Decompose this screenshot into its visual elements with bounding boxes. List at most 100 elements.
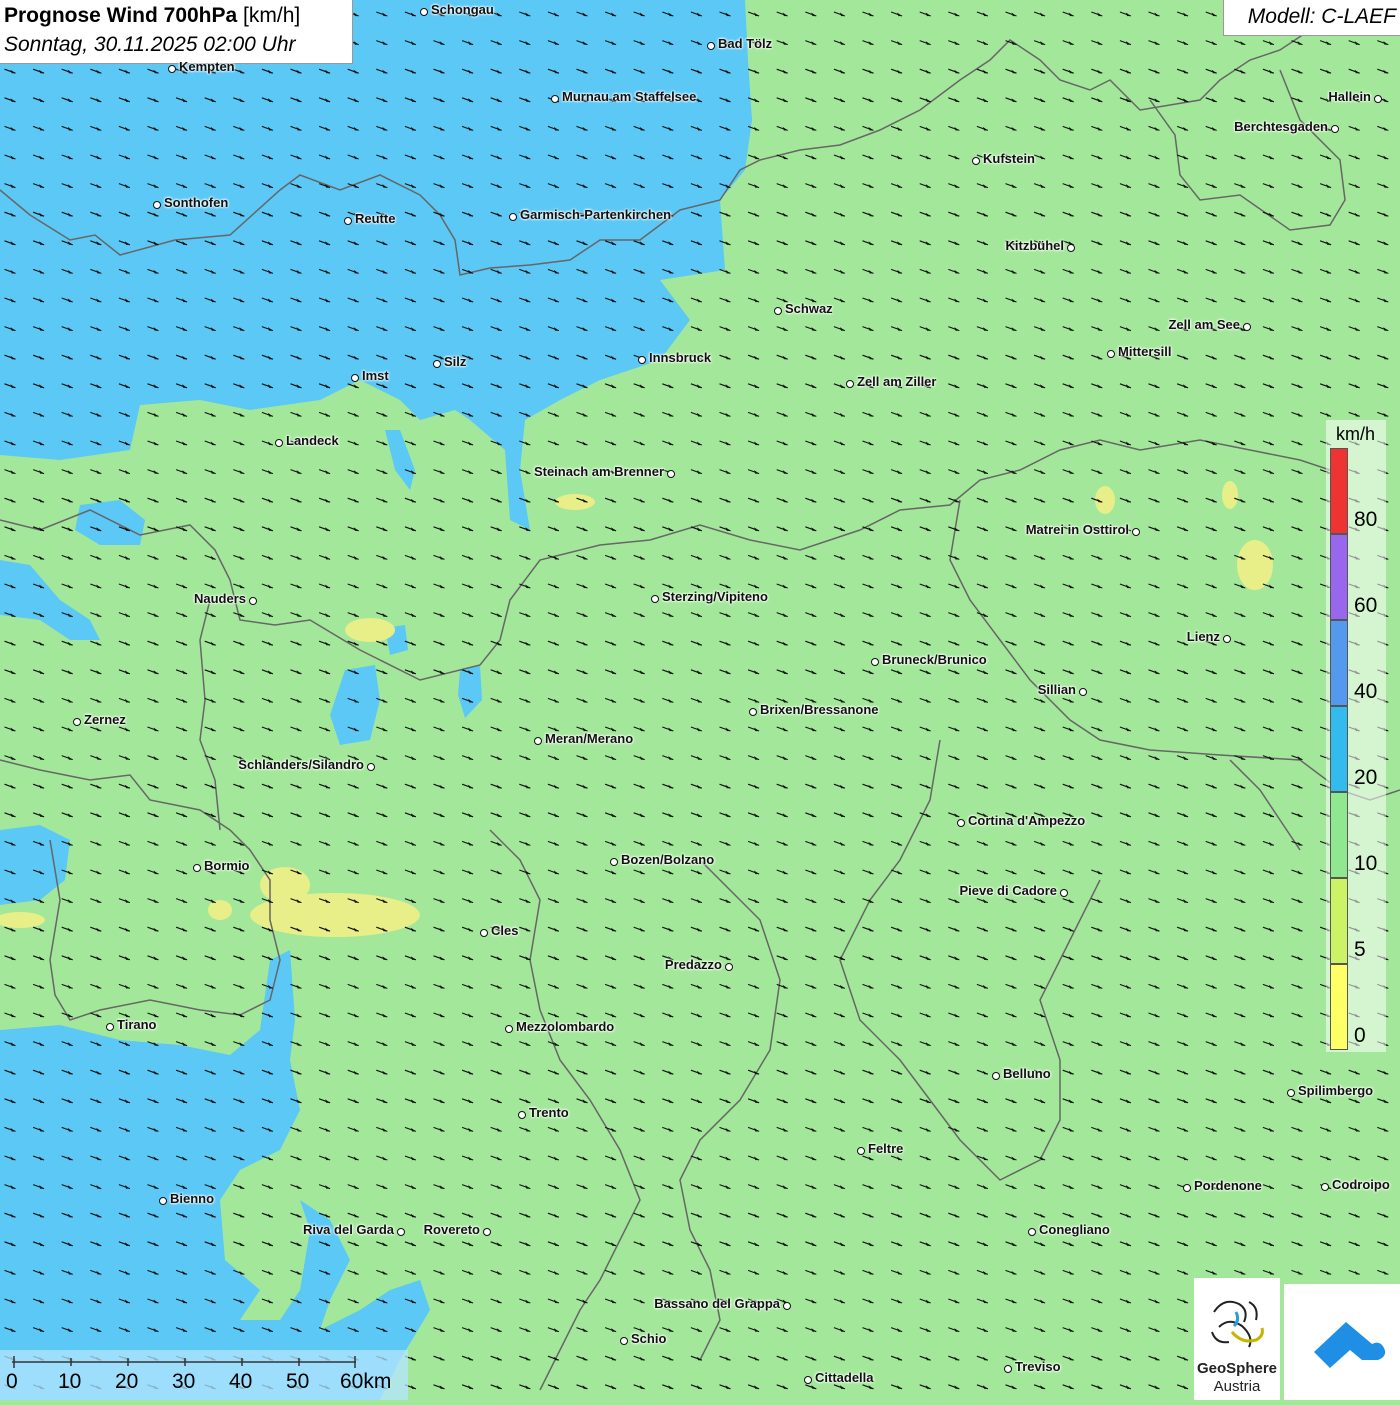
city-label: Bienno xyxy=(170,1191,215,1206)
city-marker-icon xyxy=(106,1023,114,1031)
city-label: Tirano xyxy=(117,1017,157,1032)
city-label: Zernez xyxy=(84,712,126,727)
city-marker-icon xyxy=(518,1111,526,1119)
city-label: Spilimbergo xyxy=(1298,1083,1374,1098)
city-marker-icon xyxy=(193,864,201,872)
city-marker-icon xyxy=(275,439,283,447)
city-label: Imst xyxy=(362,368,389,383)
city-marker-icon xyxy=(1183,1184,1191,1192)
city-marker-icon xyxy=(1107,350,1115,358)
legend-color-band xyxy=(1330,878,1348,964)
city-label: Pordenone xyxy=(1194,1178,1262,1193)
city-marker-icon xyxy=(1060,889,1068,897)
legend-tick-label: 20 xyxy=(1354,766,1378,789)
city-marker-icon xyxy=(509,213,517,221)
scale-label: 40 xyxy=(229,1370,253,1393)
city-label: Nauders xyxy=(193,591,246,606)
city-label: Meran/Merano xyxy=(545,731,634,746)
city-marker-icon xyxy=(774,307,782,315)
city-label: Kufstein xyxy=(983,151,1035,166)
legend-color-band xyxy=(1330,706,1348,792)
legend-color-band xyxy=(1330,964,1348,1050)
city-label: Kempten xyxy=(179,59,235,74)
legend-color-band xyxy=(1330,620,1348,706)
city-marker-icon xyxy=(620,1337,628,1345)
city-label: Garmisch-Partenkirchen xyxy=(520,207,672,222)
city-label: Innsbruck xyxy=(649,350,712,365)
city-marker-icon xyxy=(1243,323,1251,331)
geosphere-logo[interactable]: GeoSphere Austria xyxy=(1194,1278,1280,1400)
city-label: Murnau am Staffelsee xyxy=(562,89,697,104)
title-box: Prognose Wind 700hPa [km/h] Sonntag, 30.… xyxy=(0,0,353,64)
city-label: Belluno xyxy=(1003,1066,1051,1081)
city-marker-icon xyxy=(610,858,618,866)
city-marker-icon xyxy=(483,1228,491,1236)
city-label: Schio xyxy=(631,1331,667,1346)
model-label: Modell: C-LAEF xyxy=(1247,5,1396,28)
city-label: Hallein xyxy=(1328,89,1371,104)
city-marker-icon xyxy=(153,201,161,209)
city-marker-icon xyxy=(433,360,441,368)
city-label: Conegliano xyxy=(1039,1222,1110,1237)
city-label: Bozen/Bolzano xyxy=(621,852,715,867)
legend-tick-label: 10 xyxy=(1354,852,1378,875)
city-marker-icon xyxy=(397,1228,405,1236)
map-title-bold: Prognose Wind 700hPa xyxy=(4,4,238,27)
city-label: Bad Tölz xyxy=(718,36,773,51)
legend-tick-label: 0 xyxy=(1354,1024,1366,1047)
city-marker-icon xyxy=(168,65,176,73)
city-label: Treviso xyxy=(1015,1359,1061,1374)
city-marker-icon xyxy=(804,1376,812,1384)
wind-field-yellow-patch xyxy=(1237,540,1273,590)
wind-field-yellow-patch xyxy=(208,900,232,920)
city-label: Feltre xyxy=(868,1141,904,1156)
city-marker-icon xyxy=(1321,1183,1329,1191)
city-marker-icon xyxy=(1374,95,1382,103)
city-label: Cles xyxy=(491,923,519,938)
cloud-arrow-icon xyxy=(1314,1322,1386,1368)
city-label: Mittersill xyxy=(1118,344,1172,359)
city-label: Schlanders/Silandro xyxy=(238,757,364,772)
weather-app-logo[interactable] xyxy=(1284,1284,1400,1400)
color-legend: km/h 0 5 10 20 40 60 80 xyxy=(1326,420,1386,1052)
city-marker-icon xyxy=(957,819,965,827)
city-label: Silz xyxy=(444,354,467,369)
city-label: Trento xyxy=(529,1105,569,1120)
city-marker-icon xyxy=(651,595,659,603)
geosphere-logo-line1: GeoSphere xyxy=(1196,1360,1278,1377)
city-label: Cittadella xyxy=(815,1370,874,1385)
legend-unit: km/h xyxy=(1336,424,1376,444)
city-label: Matrei in Osttirol xyxy=(1025,522,1129,537)
legend-tick-label: 5 xyxy=(1354,938,1366,961)
wind-field-yellow-patch xyxy=(345,618,395,642)
scale-label: 30 xyxy=(172,1370,196,1393)
legend-color-band xyxy=(1330,534,1348,620)
city-label: Pieve di Cadore xyxy=(959,883,1057,898)
city-label: Reutte xyxy=(355,211,396,226)
forecast-datetime: Sonntag, 30.11.2025 02:00 Uhr xyxy=(4,33,296,56)
city-label: Berchtesgaden xyxy=(1234,119,1328,134)
wind-field-yellow-patch xyxy=(1222,481,1238,509)
city-marker-icon xyxy=(1287,1089,1295,1097)
scale-label: 20 xyxy=(115,1370,139,1393)
city-marker-icon xyxy=(1067,244,1075,252)
scale-label: 60km xyxy=(340,1370,392,1393)
city-marker-icon xyxy=(846,380,854,388)
city-marker-icon xyxy=(551,95,559,103)
city-marker-icon xyxy=(344,217,352,225)
geosphere-emblem-icon xyxy=(1211,1300,1264,1348)
city-marker-icon xyxy=(351,374,359,382)
city-marker-icon xyxy=(1132,528,1140,536)
legend-color-band xyxy=(1330,448,1348,534)
map-title-unit: [km/h] xyxy=(243,4,301,27)
city-marker-icon xyxy=(992,1072,1000,1080)
city-marker-icon xyxy=(857,1147,865,1155)
scale-label: 0 xyxy=(6,1370,18,1393)
city-marker-icon xyxy=(725,963,733,971)
legend-tick-label: 60 xyxy=(1354,594,1378,617)
city-marker-icon xyxy=(480,929,488,937)
city-marker-icon xyxy=(534,737,542,745)
city-label: Steinach am Brenner xyxy=(533,464,664,479)
city-marker-icon xyxy=(505,1025,513,1033)
city-label: Predazzo xyxy=(664,957,722,972)
